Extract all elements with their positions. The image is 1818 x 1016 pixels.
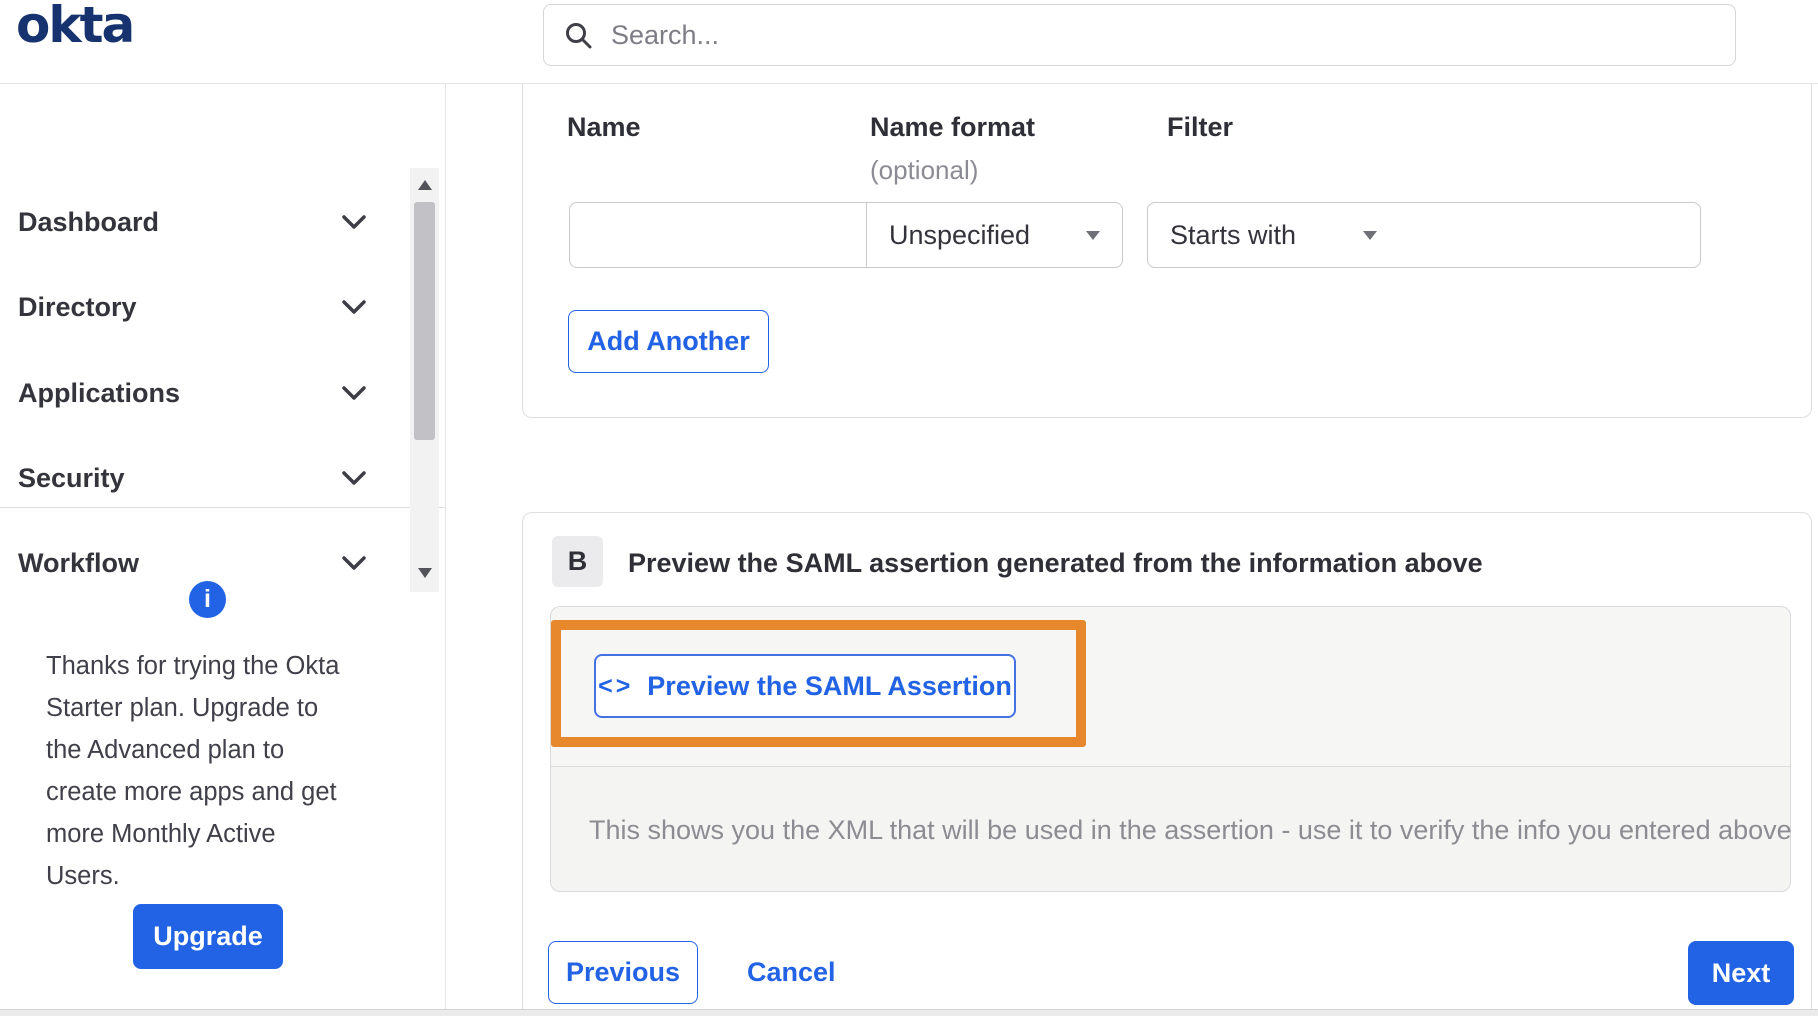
chevron-down-icon: [342, 299, 366, 315]
chevron-down-icon: [342, 214, 366, 230]
cancel-button[interactable]: Cancel: [747, 957, 836, 988]
sidebar-item-applications[interactable]: Applications: [18, 365, 366, 421]
attribute-name-input[interactable]: [570, 203, 866, 267]
chevron-down-icon: [342, 470, 366, 486]
filter-operator-selected-value: Starts with: [1170, 219, 1297, 250]
sidebar-item-dashboard[interactable]: Dashboard: [18, 194, 366, 250]
caret-down-icon: [1363, 230, 1377, 240]
previous-button[interactable]: Previous: [548, 941, 698, 1004]
sidebar-item-label: Dashboard: [18, 206, 160, 237]
step-b-badge: B: [552, 536, 603, 587]
filter-operator-select[interactable]: Starts with: [1147, 202, 1400, 268]
okta-admin-app: okta Dashboard Directory Applications: [0, 0, 1818, 1016]
top-header-bar: okta: [0, 0, 1818, 84]
search-icon: [566, 23, 592, 49]
add-another-button[interactable]: Add Another: [568, 310, 769, 373]
attribute-name-field: [569, 202, 867, 268]
filter-column-label: Filter: [1167, 112, 1234, 142]
search-input[interactable]: [609, 18, 1716, 52]
caret-down-icon: [1086, 230, 1100, 240]
name-format-select[interactable]: Unspecified: [866, 202, 1123, 268]
code-icon: <>: [598, 671, 634, 700]
sidebar-item-label: Applications: [18, 377, 181, 408]
name-format-column-label: Name format: [870, 112, 1036, 142]
scroll-up-arrow-icon[interactable]: [418, 180, 432, 190]
sidebar-item-directory[interactable]: Directory: [18, 279, 366, 335]
sidebar-item-label: Workflow: [18, 547, 139, 578]
upgrade-button[interactable]: Upgrade: [133, 904, 283, 969]
sidebar-scrollbar[interactable]: [410, 168, 439, 592]
preview-section-title: Preview the SAML assertion generated fro…: [628, 548, 1483, 578]
preview-saml-assertion-button-label: Preview the SAML Assertion: [647, 670, 1012, 701]
next-button[interactable]: Next: [1688, 941, 1794, 1005]
name-format-optional-hint: (optional): [870, 155, 979, 185]
filter-value-input[interactable]: [1399, 203, 1700, 267]
sidebar-item-label: Security: [18, 462, 125, 493]
okta-logo[interactable]: okta: [16, 0, 135, 54]
sidebar-item-workflow[interactable]: Workflow: [18, 535, 366, 591]
chevron-down-icon: [342, 555, 366, 571]
scrollbar-thumb[interactable]: [414, 202, 435, 440]
scroll-down-arrow-icon[interactable]: [418, 568, 432, 578]
sidebar-item-label: Directory: [18, 291, 137, 322]
preview-description-text: This shows you the XML that will be used…: [589, 815, 1792, 845]
upgrade-message: Thanks for trying the Okta Starter plan.…: [46, 652, 340, 890]
sidebar-item-security[interactable]: Security: [18, 450, 366, 506]
info-icon: i: [189, 581, 226, 618]
name-column-label: Name: [567, 112, 641, 142]
filter-value-field: [1399, 202, 1701, 268]
sidebar-nav: Dashboard Directory Applications Securit…: [0, 84, 446, 592]
name-format-selected-value: Unspecified: [889, 219, 1031, 250]
sidebar-main-divider: [445, 84, 446, 1016]
preview-saml-assertion-button[interactable]: <> Preview the SAML Assertion: [594, 654, 1016, 718]
page-bottom-edge: [0, 1009, 1818, 1016]
chevron-down-icon: [342, 385, 366, 401]
global-search-box: [543, 4, 1736, 66]
